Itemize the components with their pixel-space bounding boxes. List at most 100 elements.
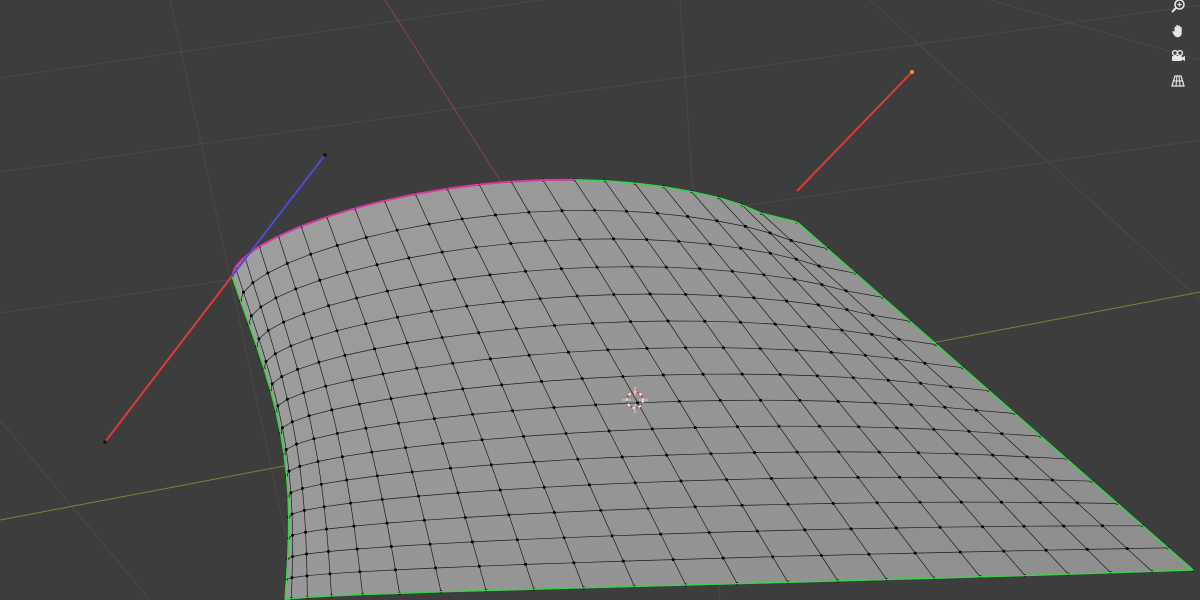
mesh-vertex[interactable] [897,337,901,341]
mesh-vertex[interactable] [991,453,995,457]
mesh-vertex[interactable] [287,469,291,473]
mesh-vertex[interactable] [477,331,481,335]
mesh-vertex[interactable] [666,319,670,323]
mesh-vertex[interactable] [532,460,536,464]
mesh-vertex[interactable] [650,427,654,431]
mesh-vertex[interactable] [1015,477,1018,481]
mesh-vertex[interactable] [759,398,763,402]
mesh-vertex[interactable] [837,450,841,454]
mesh-vertex[interactable] [645,238,649,242]
mesh-vertex[interactable] [335,329,339,333]
mesh-vertex[interactable] [591,321,595,325]
mesh-vertex[interactable] [701,372,705,376]
mesh-vertex[interactable] [938,525,942,529]
mesh-vertex[interactable] [291,555,294,558]
mesh-vertex[interactable] [440,250,444,254]
mesh-face[interactable] [371,447,413,477]
mesh-vertex[interactable] [803,528,807,532]
mesh-vertex[interactable] [266,329,270,332]
mesh-vertex[interactable] [894,526,898,530]
mesh-vertex[interactable] [460,217,464,221]
mesh-face[interactable] [291,509,306,536]
mesh-face[interactable] [418,492,466,521]
mesh-vertex[interactable] [465,304,469,308]
mesh-vertex[interactable] [330,408,334,412]
mesh-vertex[interactable] [789,239,793,242]
mesh-vertex[interactable] [857,425,861,429]
mesh-vertex[interactable] [564,432,568,435]
mesh-vertex[interactable] [721,556,725,560]
mesh-vertex[interactable] [566,350,570,354]
mesh-face[interactable] [350,499,388,527]
mesh-vertex[interactable] [434,566,438,570]
mesh-vertex[interactable] [350,378,354,382]
mesh-vertex[interactable] [257,337,261,341]
mesh-vertex[interactable] [524,269,528,273]
mesh-vertex[interactable] [410,470,414,474]
mesh-vertex[interactable] [282,320,286,324]
mesh-vertex[interactable] [981,525,985,529]
mesh-vertex[interactable] [312,437,316,441]
mesh-vertex[interactable] [316,460,320,463]
mesh-vertex[interactable] [575,294,579,298]
mesh-vertex[interactable] [285,261,289,265]
mesh-vertex[interactable] [845,308,849,312]
mesh-vertex[interactable] [958,550,962,554]
mesh-vertex[interactable] [471,412,475,416]
mesh-vertex[interactable] [752,296,756,300]
mesh-vertex[interactable] [494,213,497,217]
mesh-vertex[interactable] [718,294,722,298]
handle-end-point[interactable] [910,70,914,74]
mesh-vertex[interactable] [794,257,798,261]
mesh-vertex[interactable] [1075,501,1079,505]
mesh-vertex[interactable] [836,399,840,403]
mesh-vertex[interactable] [656,211,659,215]
mesh-vertex[interactable] [415,366,419,370]
mesh-face[interactable] [292,531,307,557]
mesh-vertex[interactable] [251,281,255,285]
mesh-vertex[interactable] [576,457,580,461]
handle-end-point[interactable] [323,153,327,157]
mesh-vertex[interactable] [559,267,563,271]
mesh-surface[interactable] [231,179,1194,600]
mesh-vertex[interactable] [610,534,614,538]
mesh-vertex[interactable] [480,438,484,442]
mesh-face[interactable] [381,495,425,524]
mesh-vertex[interactable] [740,503,744,507]
mesh-face[interactable] [435,565,487,593]
mesh-vertex[interactable] [607,429,611,433]
mesh-face[interactable] [329,571,363,597]
mesh-vertex[interactable] [429,309,433,313]
mesh-vertex[interactable] [593,208,597,212]
mesh-vertex[interactable] [266,271,270,275]
mesh-vertex[interactable] [300,486,304,490]
mesh-vertex[interactable] [296,367,300,371]
mesh-vertex[interactable] [739,246,743,250]
mesh-vertex[interactable] [527,210,531,214]
mesh-vertex[interactable] [397,421,400,425]
mesh-vertex[interactable] [664,265,668,269]
mesh-vertex[interactable] [793,277,796,281]
mesh-vertex[interactable] [295,442,298,446]
mesh-vertex[interactable] [290,512,294,516]
mesh-vertex[interactable] [543,239,547,243]
mesh-vertex[interactable] [380,498,384,501]
mesh-vertex[interactable] [743,224,747,228]
hand-pan-icon[interactable] [1166,19,1190,43]
mesh-vertex[interactable] [488,273,492,277]
mesh-vertex[interactable] [364,322,368,326]
mesh-vertex[interactable] [298,464,302,468]
mesh-vertex[interactable] [698,267,702,271]
mesh-vertex[interactable] [524,562,528,566]
mesh-vertex[interactable] [1044,548,1048,552]
mesh-vertex[interactable] [856,475,860,479]
mesh-vertex[interactable] [449,466,452,470]
mesh-vertex[interactable] [740,372,744,376]
mesh-vertex[interactable] [326,550,330,553]
mesh-vertex[interactable] [302,508,306,512]
mesh-face[interactable] [291,553,308,578]
mesh-vertex[interactable] [389,545,393,548]
mesh-vertex[interactable] [309,252,313,256]
mesh-vertex[interactable] [514,327,518,331]
mesh-vertex[interactable] [273,352,277,356]
